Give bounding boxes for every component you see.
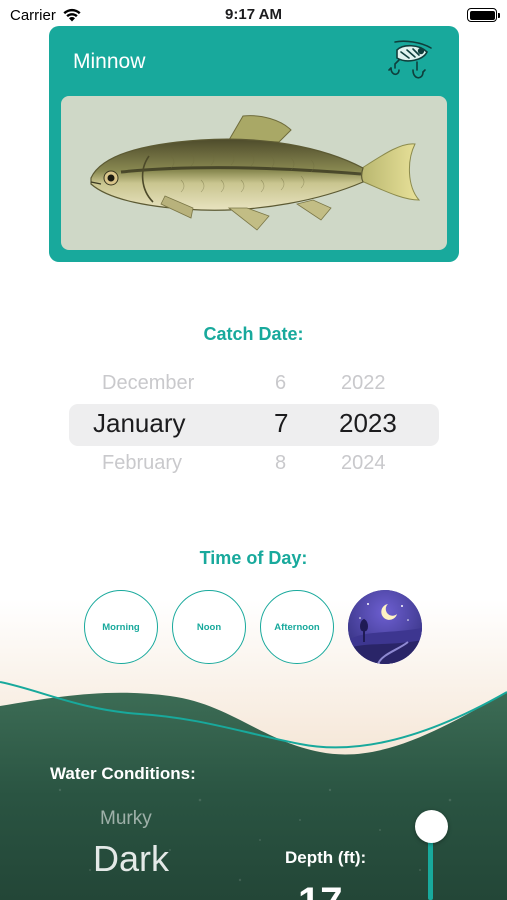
depth-label: Depth (ft): <box>285 848 367 867</box>
minnow-fish-illustration <box>90 115 421 231</box>
water-conditions-title: Water Conditions: <box>50 764 196 783</box>
picker-month-prev[interactable]: December <box>102 372 194 395</box>
fish-card[interactable]: Minnow <box>49 26 459 262</box>
picker-row-previous[interactable]: December 6 2022 <box>69 372 439 408</box>
picker-year-next[interactable]: 2024 <box>341 452 386 474</box>
catch-date-title: Catch Date: <box>203 324 304 344</box>
picker-row-next[interactable]: February 8 2024 <box>69 452 439 474</box>
picker-month[interactable]: January <box>93 408 186 439</box>
status-time: 9:17 AM <box>225 6 282 23</box>
picker-year-prev[interactable]: 2022 <box>341 372 386 395</box>
picker-row-selected[interactable]: January 7 2023 <box>69 408 439 444</box>
picker-day-prev[interactable]: 6 <box>275 372 286 395</box>
picker-year[interactable]: 2023 <box>339 408 397 439</box>
fish-name: Minnow <box>73 50 146 73</box>
picker-day-next[interactable]: 8 <box>275 452 286 474</box>
time-of-day-title: Time of Day: <box>199 548 308 568</box>
fish-image <box>61 96 447 250</box>
picker-day[interactable]: 7 <box>274 408 288 439</box>
depth-slider-thumb[interactable] <box>415 810 448 843</box>
picker-month-next[interactable]: February <box>102 452 182 474</box>
fishing-lure-icon[interactable] <box>385 38 437 86</box>
water-condition-option-prev[interactable]: Murky <box>100 808 152 830</box>
depth-value: 17 <box>298 880 343 900</box>
water-condition-selected[interactable]: Dark <box>93 838 169 880</box>
date-picker[interactable]: December 6 2022 January 7 2023 February … <box>69 368 439 478</box>
